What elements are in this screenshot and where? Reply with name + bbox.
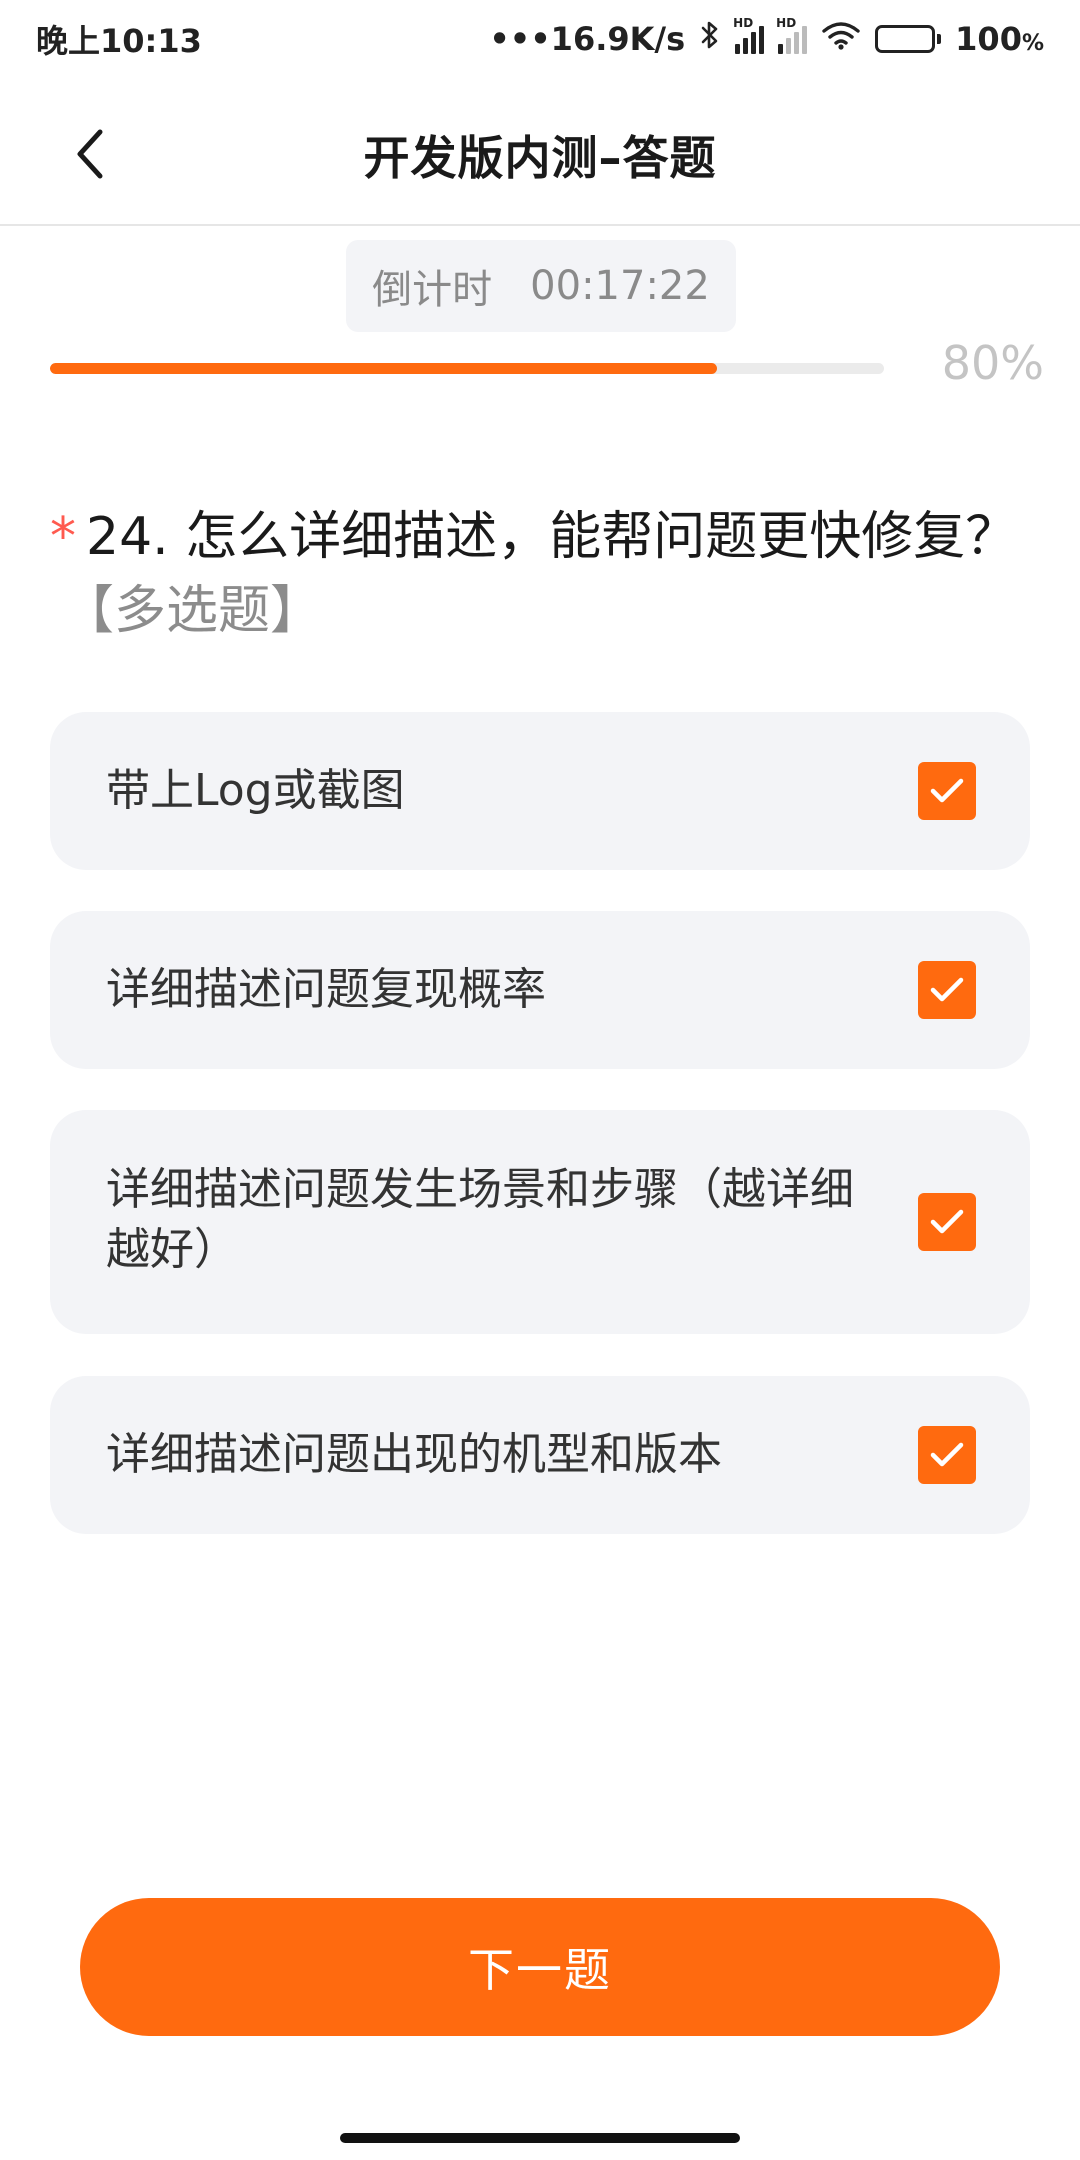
checkbox-checked[interactable] bbox=[918, 961, 976, 1019]
checkbox-checked[interactable] bbox=[918, 1193, 976, 1251]
cellular-signal-2-icon: HD bbox=[776, 16, 808, 54]
question-text: 24. 怎么详细描述，能帮问题更快修复？ bbox=[86, 507, 1018, 567]
hd-badge-2: HD bbox=[776, 16, 797, 30]
required-mark: * bbox=[50, 507, 76, 567]
status-bar: 晚上10:13 •••16.9K/s HD HD ⚡ 100% bbox=[0, 0, 1080, 78]
cellular-signal-1-icon: HD bbox=[733, 16, 765, 54]
next-question-button[interactable]: 下一题 bbox=[80, 1898, 1000, 2036]
page-title: 开发版内测–答题 bbox=[363, 131, 717, 185]
option-label: 详细描述问题复现概率 bbox=[106, 964, 546, 1015]
option-item[interactable]: 带上Log或截图 bbox=[50, 712, 1030, 870]
progress-bar-fill bbox=[50, 363, 718, 374]
header-bar: 开发版内测–答题 bbox=[0, 78, 1080, 226]
status-time: 晚上10:13 bbox=[36, 22, 202, 60]
countdown-label: 倒计时 bbox=[372, 267, 493, 313]
option-label: 详细描述问题发生场景和步骤（越详细越好） bbox=[106, 1164, 854, 1275]
option-item[interactable]: 详细描述问题复现概率 bbox=[50, 911, 1030, 1069]
question-type-label: 【多选题】 bbox=[62, 581, 323, 641]
question-title: * 24. 怎么详细描述，能帮问题更快修复？ 【多选题】 bbox=[50, 500, 1030, 648]
bluetooth-icon bbox=[699, 19, 721, 59]
hd-badge-1: HD bbox=[733, 16, 754, 30]
option-label: 详细描述问题出现的机型和版本 bbox=[106, 1429, 722, 1480]
checkmark-icon bbox=[930, 1209, 964, 1234]
progress-percent: 80% bbox=[941, 336, 1044, 390]
option-label: 带上Log或截图 bbox=[106, 765, 405, 816]
home-indicator[interactable] bbox=[340, 2133, 740, 2143]
checkbox-checked[interactable] bbox=[918, 1426, 976, 1484]
option-item[interactable]: 详细描述问题出现的机型和版本 bbox=[50, 1376, 1030, 1534]
countdown-value: 00:17:22 bbox=[530, 263, 710, 309]
countdown-timer: 倒计时 00:17:22 bbox=[346, 240, 736, 332]
checkmark-icon bbox=[930, 778, 964, 803]
checkbox-checked[interactable] bbox=[918, 762, 976, 820]
option-item[interactable]: 详细描述问题发生场景和步骤（越详细越好） bbox=[50, 1110, 1030, 1334]
status-icons: •••16.9K/s HD HD ⚡ 100% bbox=[489, 16, 1044, 59]
network-speed: •••16.9K/s bbox=[489, 20, 686, 58]
battery-percent: 100% bbox=[955, 20, 1044, 58]
progress-bar bbox=[50, 363, 884, 374]
wifi-icon bbox=[821, 20, 861, 58]
checkmark-icon bbox=[930, 1442, 964, 1467]
checkmark-icon bbox=[930, 977, 964, 1002]
battery-icon: ⚡ bbox=[875, 25, 942, 53]
